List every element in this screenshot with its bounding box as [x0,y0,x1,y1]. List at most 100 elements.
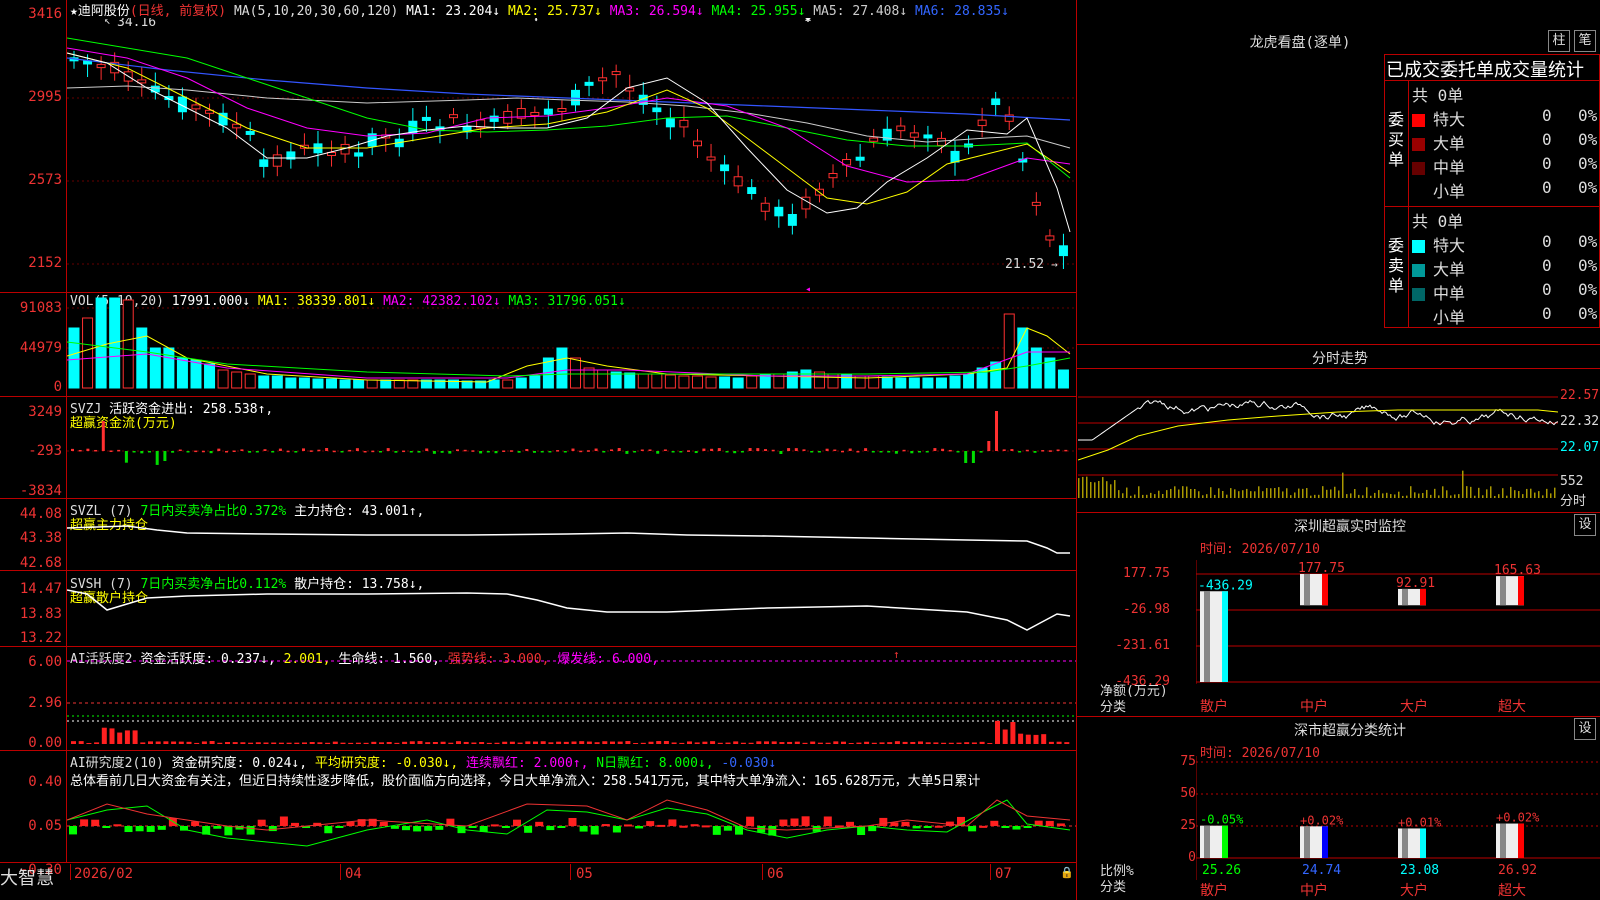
svzj-bar [987,441,991,451]
svg-text:→: → [1051,258,1058,271]
ai2-bar [517,742,523,744]
classify-chart[interactable]: -0.05% 25.26 +0.02% 24.74 +0.01% 23.08 +0.02% 2… [1196,756,1600,880]
buy-row[interactable]: 大单 0 0% [1412,130,1597,154]
monitor-bars: -436.29 177.75 92.91 165.63 [1198,561,1541,682]
ai3-bar [934,825,943,828]
svzj-bar [894,451,898,454]
buy-total: 共 0单 [1412,86,1464,105]
intraday-volume-bar [1386,492,1388,498]
candle-body [869,137,879,142]
svzj-bar [255,451,259,453]
candle-body [679,119,689,128]
svzj-bar [694,451,698,454]
svsh-chart[interactable] [67,572,1076,646]
price-ytick: 3416 [28,6,62,22]
candle-body [1045,235,1055,241]
tick-mode-button[interactable]: 笔 [1574,30,1596,52]
intraday-price-line [1078,399,1558,441]
ai3-bar [69,826,77,835]
svzj-bar [556,450,560,452]
intraday-volume-bar [1242,490,1244,498]
ai2-bar [563,741,569,744]
svzj-bar [409,451,413,453]
period-label[interactable]: (日线, 前复权) [130,4,226,19]
ai2-bar [833,741,839,744]
ai2-bar [779,742,785,744]
intraday-volume-bar [1194,489,1196,498]
volume-bar [1003,313,1015,389]
intraday-chart[interactable] [1078,370,1558,510]
svzj-bar [463,449,467,452]
monitor-settings-button[interactable]: 设 [1574,514,1596,536]
intraday-volume-bar [1358,494,1360,498]
svzj-bar [355,448,359,451]
ai2-bar [248,742,254,744]
lock-icon[interactable]: 🔒 [1060,866,1074,879]
classify-settings-button[interactable]: 设 [1574,718,1596,740]
xaxis-label: 05 [576,866,593,882]
svzj-bar [710,448,714,451]
candlestick-chart[interactable]: ↖ 34.16 21.52 → ⬍ ✱ ◂ [67,18,1076,292]
intraday-volume-bar [1258,486,1260,498]
ai3-chart[interactable] [67,790,1076,862]
sell-row[interactable]: 中单 0 0% [1412,280,1597,304]
svzl-chart[interactable] [67,500,1076,570]
svzj-chart[interactable] [67,400,1076,498]
ai2-bar [725,742,731,744]
ai2-bar [887,742,893,744]
ai2-bar [140,742,146,744]
ai3-bar [424,826,433,831]
ai2-bar [201,741,207,744]
monitor-bar-value: 165.63 [1494,563,1541,578]
ai3-bar [612,826,621,833]
svzj-bar [1064,449,1068,452]
intraday-volume-bar [1298,488,1300,498]
svzj-bar [717,448,721,451]
ai2-bar [186,741,192,744]
ai3-bar [91,819,100,826]
ai2-bar [1010,722,1016,744]
brand-label: 大智慧 [0,868,54,889]
candle-body [760,202,770,212]
volume-bar [298,377,310,389]
buy-row[interactable]: 中单 0 0% [1412,154,1597,178]
intraday-volume-bar [1342,472,1344,498]
svzj-bar [602,451,606,453]
monitor-chart[interactable]: -436.29 177.75 92.91 165.63 [1196,560,1600,720]
ma1-line [67,52,1071,233]
intraday-volume-bar [1374,492,1376,498]
ai2-bar [879,742,885,744]
volume-bar [339,379,351,389]
intraday-volume-bar [1190,488,1192,498]
svzj-bar [209,451,213,454]
dragon-header: 已成交委托单成交量统计 [1386,60,1584,81]
ai3-ytick: 0.05 [28,818,62,834]
ai2-bar [533,741,538,744]
volume-bar [380,379,392,389]
sell-row[interactable]: 特大 0 0% [1412,232,1597,256]
classify-cat: 散户 [1200,883,1228,899]
ai2-bar [209,741,215,744]
buy-row[interactable]: 小单 0 0% [1412,178,1597,202]
buy-row[interactable]: 特大 0 0% [1412,106,1597,130]
stock-name[interactable]: ★迪阿股份 [70,4,130,19]
svzj-bar [386,448,390,451]
sell-row[interactable]: 大单 0 0% [1412,256,1597,280]
svzj-bar [117,449,121,452]
svzj-bar [586,450,590,452]
intraday-volume-bar [1146,494,1148,498]
svzj-bar [787,448,791,451]
ai3-bar [779,819,788,826]
sell-row[interactable]: 小单 0 0% [1412,304,1597,328]
svzj-bar [964,451,968,463]
ai2-chart[interactable]: ↑ [67,646,1076,750]
svzj-bar [725,451,729,453]
candle-body [191,104,201,110]
ai2-bar [302,742,307,744]
ai2-bar [864,741,870,744]
candle-body [354,152,364,157]
bar-mode-button[interactable]: 柱 [1548,30,1570,52]
ai3-bar [923,826,932,828]
volume-chart[interactable] [67,296,1076,396]
ai2-bar [810,741,816,744]
